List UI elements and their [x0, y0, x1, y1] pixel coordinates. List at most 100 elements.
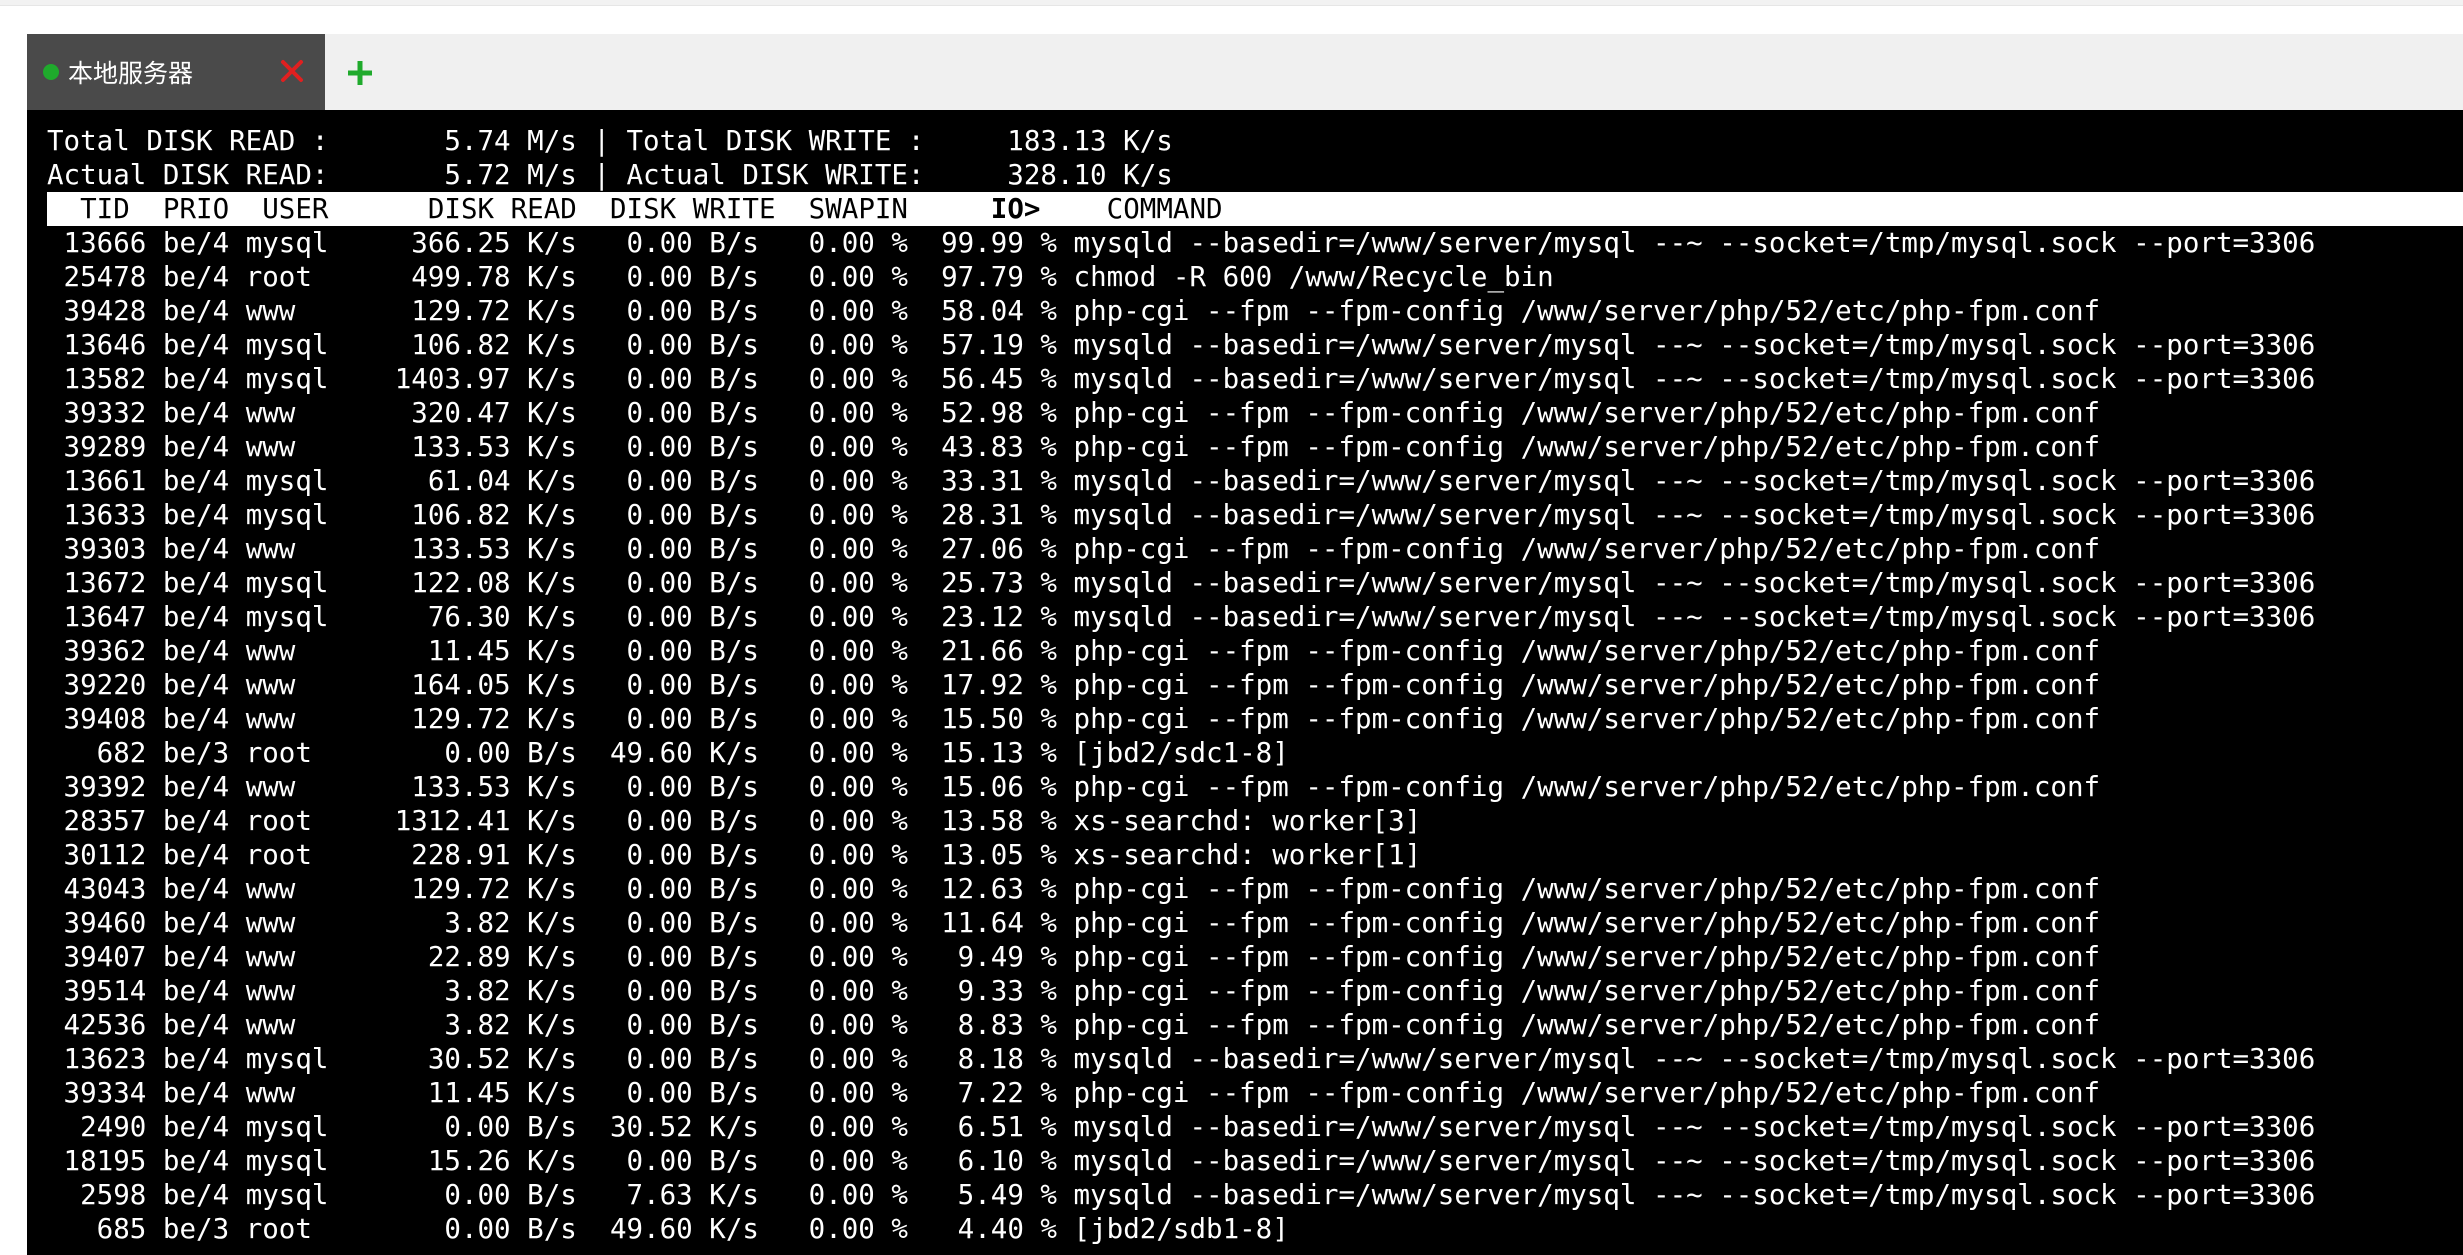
command-cell: php-cgi --fpm --fpm-config /www/server/p…: [1057, 771, 2101, 803]
swapin-cell: 0.00 %: [758, 499, 908, 531]
disk-write-cell: 0.00 B/s: [576, 941, 759, 973]
process-row[interactable]: 13623 be/4 mysql 30.52 K/s 0.00 B/s 0.00…: [47, 1042, 2463, 1076]
disk-read-cell: 3.82 K/s: [378, 907, 577, 939]
process-row[interactable]: 39514 be/4 www 3.82 K/s 0.00 B/s 0.00 % …: [47, 974, 2463, 1008]
process-row[interactable]: 39392 be/4 www 133.53 K/s 0.00 B/s 0.00 …: [47, 770, 2463, 804]
process-row[interactable]: 13647 be/4 mysql 76.30 K/s 0.00 B/s 0.00…: [47, 600, 2463, 634]
prio-cell: be/4: [146, 329, 230, 361]
io-cell: 27.06 %: [907, 533, 1057, 565]
prio-cell: be/4: [146, 635, 230, 667]
connection-status-dot: [43, 64, 59, 80]
tid-cell: 39460: [47, 907, 147, 939]
disk-write-cell: 0.00 B/s: [576, 635, 759, 667]
close-icon[interactable]: [277, 56, 307, 86]
process-list: 13666 be/4 mysql 366.25 K/s 0.00 B/s 0.0…: [47, 226, 2463, 1246]
io-cell: 97.79 %: [907, 261, 1057, 293]
tid-cell: 39408: [47, 703, 147, 735]
process-row[interactable]: 13646 be/4 mysql 106.82 K/s 0.00 B/s 0.0…: [47, 328, 2463, 362]
io-cell: 9.33 %: [907, 975, 1057, 1007]
process-row[interactable]: 30112 be/4 root 228.91 K/s 0.00 B/s 0.00…: [47, 838, 2463, 872]
io-cell: 12.63 %: [907, 873, 1057, 905]
prio-cell: be/4: [146, 975, 230, 1007]
disk-read-cell: 76.30 K/s: [378, 601, 577, 633]
swapin-cell: 0.00 %: [758, 329, 908, 361]
disk-write-cell: 0.00 B/s: [576, 703, 759, 735]
tid-cell: 13647: [47, 601, 147, 633]
process-row[interactable]: 13661 be/4 mysql 61.04 K/s 0.00 B/s 0.00…: [47, 464, 2463, 498]
process-row[interactable]: 39407 be/4 www 22.89 K/s 0.00 B/s 0.00 %…: [47, 940, 2463, 974]
command-cell: mysqld --basedir=/www/server/mysql --~ -…: [1057, 1145, 2316, 1177]
process-row[interactable]: 28357 be/4 root 1312.41 K/s 0.00 B/s 0.0…: [47, 804, 2463, 838]
user-cell: www: [229, 907, 379, 939]
process-row[interactable]: 13582 be/4 mysql 1403.97 K/s 0.00 B/s 0.…: [47, 362, 2463, 396]
disk-write-cell: 0.00 B/s: [576, 1009, 759, 1041]
column-header-row[interactable]: TID PRIO USER DISK READ DISK WRITE SWAPI…: [47, 192, 2463, 226]
disk-read-cell: 228.91 K/s: [378, 839, 577, 871]
disk-write-cell: 0.00 B/s: [576, 1077, 759, 1109]
process-row[interactable]: 39334 be/4 www 11.45 K/s 0.00 B/s 0.00 %…: [47, 1076, 2463, 1110]
disk-write-cell: 0.00 B/s: [576, 227, 759, 259]
process-row[interactable]: 39332 be/4 www 320.47 K/s 0.00 B/s 0.00 …: [47, 396, 2463, 430]
tid-cell: 39334: [47, 1077, 147, 1109]
header-prio[interactable]: PRIO: [130, 193, 229, 225]
process-row[interactable]: 43043 be/4 www 129.72 K/s 0.00 B/s 0.00 …: [47, 872, 2463, 906]
tid-cell: 13633: [47, 499, 147, 531]
process-row[interactable]: 2490 be/4 mysql 0.00 B/s 30.52 K/s 0.00 …: [47, 1110, 2463, 1144]
prio-cell: be/4: [146, 941, 230, 973]
process-row[interactable]: 39220 be/4 www 164.05 K/s 0.00 B/s 0.00 …: [47, 668, 2463, 702]
command-cell: php-cgi --fpm --fpm-config /www/server/p…: [1057, 941, 2101, 973]
header-command[interactable]: COMMAND: [1040, 193, 1223, 225]
process-row[interactable]: 39303 be/4 www 133.53 K/s 0.00 B/s 0.00 …: [47, 532, 2463, 566]
command-cell: mysqld --basedir=/www/server/mysql --~ -…: [1057, 1111, 2316, 1143]
process-row[interactable]: 13672 be/4 mysql 122.08 K/s 0.00 B/s 0.0…: [47, 566, 2463, 600]
user-cell: www: [229, 669, 379, 701]
disk-read-cell: 61.04 K/s: [378, 465, 577, 497]
plus-icon[interactable]: [345, 58, 375, 88]
process-row[interactable]: 682 be/3 root 0.00 B/s 49.60 K/s 0.00 % …: [47, 736, 2463, 770]
command-cell: mysqld --basedir=/www/server/mysql --~ -…: [1057, 363, 2316, 395]
disk-write-cell: 30.52 K/s: [576, 1111, 759, 1143]
disk-write-cell: 0.00 B/s: [576, 771, 759, 803]
user-cell: mysql: [229, 601, 379, 633]
process-row[interactable]: 39428 be/4 www 129.72 K/s 0.00 B/s 0.00 …: [47, 294, 2463, 328]
user-cell: mysql: [229, 329, 379, 361]
user-cell: www: [229, 771, 379, 803]
disk-write-cell: 0.00 B/s: [576, 329, 759, 361]
header-tid[interactable]: TID: [47, 193, 130, 225]
header-user[interactable]: USER: [229, 193, 395, 225]
process-row[interactable]: 42536 be/4 www 3.82 K/s 0.00 B/s 0.00 % …: [47, 1008, 2463, 1042]
process-row[interactable]: 13633 be/4 mysql 106.82 K/s 0.00 B/s 0.0…: [47, 498, 2463, 532]
io-cell: 15.13 %: [907, 737, 1057, 769]
prio-cell: be/4: [146, 465, 230, 497]
header-io[interactable]: IO>: [908, 193, 1041, 225]
disk-read-cell: 11.45 K/s: [378, 1077, 577, 1109]
header-disk-read[interactable]: DISK READ: [395, 193, 577, 225]
terminal-output[interactable]: Total DISK READ : 5.74 M/s | Total DISK …: [27, 110, 2463, 1255]
disk-read-cell: 133.53 K/s: [378, 533, 577, 565]
disk-write-cell: 0.00 B/s: [576, 431, 759, 463]
tid-cell: 13582: [47, 363, 147, 395]
io-cell: 8.18 %: [907, 1043, 1057, 1075]
process-row[interactable]: 25478 be/4 root 499.78 K/s 0.00 B/s 0.00…: [47, 260, 2463, 294]
prio-cell: be/4: [146, 669, 230, 701]
process-row[interactable]: 685 be/3 root 0.00 B/s 49.60 K/s 0.00 % …: [47, 1212, 2463, 1246]
prio-cell: be/4: [146, 1179, 230, 1211]
process-row[interactable]: 18195 be/4 mysql 15.26 K/s 0.00 B/s 0.00…: [47, 1144, 2463, 1178]
tab-local-server[interactable]: 本地服务器: [27, 34, 325, 110]
process-row[interactable]: 39408 be/4 www 129.72 K/s 0.00 B/s 0.00 …: [47, 702, 2463, 736]
process-row[interactable]: 39460 be/4 www 3.82 K/s 0.00 B/s 0.00 % …: [47, 906, 2463, 940]
process-row[interactable]: 13666 be/4 mysql 366.25 K/s 0.00 B/s 0.0…: [47, 226, 2463, 260]
process-row[interactable]: 39362 be/4 www 11.45 K/s 0.00 B/s 0.00 %…: [47, 634, 2463, 668]
user-cell: www: [229, 431, 379, 463]
prio-cell: be/4: [146, 907, 230, 939]
io-cell: 5.49 %: [907, 1179, 1057, 1211]
header-disk-write[interactable]: DISK WRITE: [577, 193, 776, 225]
process-row[interactable]: 2598 be/4 mysql 0.00 B/s 7.63 K/s 0.00 %…: [47, 1178, 2463, 1212]
process-row[interactable]: 39289 be/4 www 133.53 K/s 0.00 B/s 0.00 …: [47, 430, 2463, 464]
prio-cell: be/4: [146, 771, 230, 803]
swapin-cell: 0.00 %: [758, 227, 908, 259]
header-swapin[interactable]: SWAPIN: [776, 193, 908, 225]
swapin-cell: 0.00 %: [758, 1077, 908, 1109]
io-cell: 21.66 %: [907, 635, 1057, 667]
swapin-cell: 0.00 %: [758, 533, 908, 565]
